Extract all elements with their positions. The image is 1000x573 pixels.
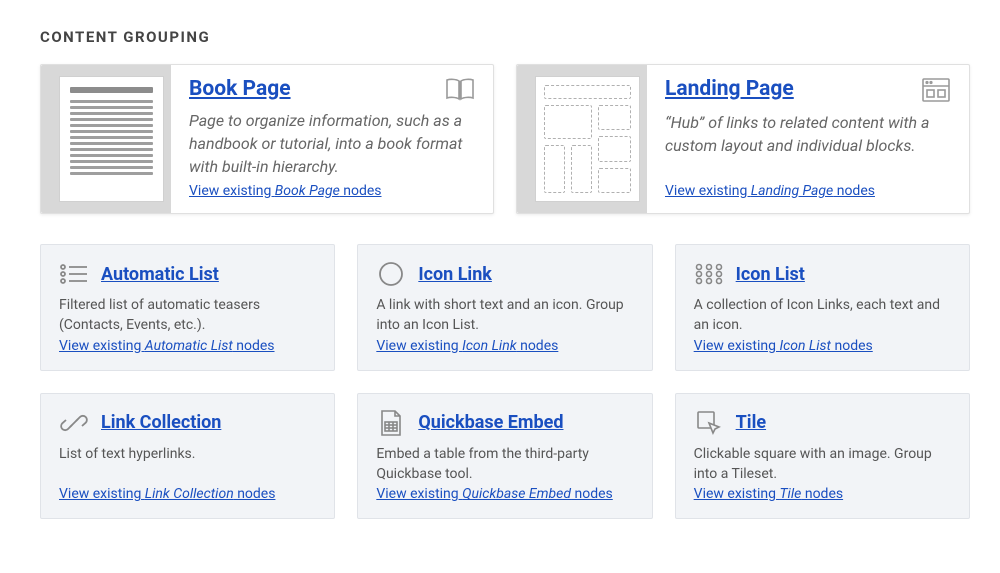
card-desc: Embed a table from the third-party Quick…	[376, 444, 633, 485]
view-existing-link[interactable]: View existing Quickbase Embed nodes	[376, 486, 633, 502]
view-link-type: Quickbase Embed	[462, 486, 571, 502]
view-link-type: Landing Page	[751, 183, 833, 199]
card-link-collection: Link Collection List of text hyperlinks.…	[40, 393, 335, 520]
view-existing-link[interactable]: View existing Landing Page nodes	[665, 183, 951, 199]
view-existing-link[interactable]: View existing Icon Link nodes	[376, 338, 633, 354]
card-row: Automatic List Filtered list of automati…	[40, 244, 970, 371]
card-automatic-list: Automatic List Filtered list of automati…	[40, 244, 335, 371]
card-quickbase-embed: Quickbase Embed Embed a table from the t…	[357, 393, 652, 520]
card-tile: Tile Clickable square with an image. Gro…	[675, 393, 970, 520]
view-link-suffix: nodes	[833, 183, 875, 199]
card-title-link[interactable]: Link Collection	[101, 412, 221, 433]
layout-icon	[921, 77, 951, 107]
view-link-prefix: View existing	[189, 183, 275, 199]
document-thumb-icon	[59, 76, 164, 202]
card-icon-link: Icon Link A link with short text and an …	[357, 244, 652, 371]
view-link-suffix: nodes	[340, 183, 382, 199]
dots-grid-icon	[694, 261, 724, 287]
view-link-suffix: nodes	[517, 338, 559, 354]
card-title-link[interactable]: Quickbase Embed	[418, 412, 563, 433]
featured-title-link[interactable]: Landing Page	[665, 77, 794, 102]
section-title: CONTENT GROUPING	[40, 28, 970, 46]
featured-title-link[interactable]: Book Page	[189, 77, 291, 102]
featured-thumb	[517, 65, 647, 213]
card-title-link[interactable]: Automatic List	[101, 264, 219, 285]
view-link-prefix: View existing	[694, 486, 780, 502]
featured-card-book-page: Book Page Page to organize information, …	[40, 64, 494, 214]
view-link-type: Tile	[779, 486, 801, 502]
featured-desc: “Hub” of links to related content with a…	[665, 111, 951, 179]
bullet-list-icon	[59, 261, 89, 287]
featured-body: Landing Page “Hub” of links to related c…	[647, 65, 969, 213]
view-existing-link[interactable]: View existing Icon List nodes	[694, 338, 951, 354]
table-file-icon	[376, 410, 406, 436]
card-row: Link Collection List of text hyperlinks.…	[40, 393, 970, 520]
featured-row: Book Page Page to organize information, …	[40, 64, 970, 214]
view-link-prefix: View existing	[694, 338, 780, 354]
view-link-prefix: View existing	[665, 183, 751, 199]
featured-thumb	[41, 65, 171, 213]
chain-link-icon	[59, 410, 89, 436]
featured-desc: Page to organize information, such as a …	[189, 109, 475, 179]
view-existing-link[interactable]: View existing Link Collection nodes	[59, 486, 316, 502]
view-link-type: Icon Link	[462, 338, 516, 354]
card-desc: List of text hyperlinks.	[59, 444, 316, 485]
view-existing-link[interactable]: View existing Tile nodes	[694, 486, 951, 502]
card-title-link[interactable]: Tile	[736, 412, 766, 433]
card-desc: A collection of Icon Links, each text an…	[694, 295, 951, 336]
view-link-suffix: nodes	[571, 486, 613, 502]
view-link-prefix: View existing	[59, 338, 145, 354]
card-icon-list: Icon List A collection of Icon Links, ea…	[675, 244, 970, 371]
view-link-prefix: View existing	[59, 486, 145, 502]
view-link-type: Link Collection	[145, 486, 234, 502]
view-link-suffix: nodes	[234, 486, 276, 502]
view-link-type: Icon List	[779, 338, 831, 354]
view-link-suffix: nodes	[801, 486, 843, 502]
view-link-prefix: View existing	[376, 338, 462, 354]
view-link-type: Automatic List	[145, 338, 233, 354]
featured-card-landing-page: Landing Page “Hub” of links to related c…	[516, 64, 970, 214]
book-open-icon	[445, 77, 475, 105]
card-title-link[interactable]: Icon List	[736, 264, 805, 285]
view-existing-link[interactable]: View existing Automatic List nodes	[59, 338, 316, 354]
view-link-type: Book Page	[275, 183, 340, 199]
card-desc: A link with short text and an icon. Grou…	[376, 295, 633, 336]
card-title-link[interactable]: Icon Link	[418, 264, 492, 285]
view-existing-link[interactable]: View existing Book Page nodes	[189, 183, 475, 199]
circle-icon	[376, 261, 406, 287]
featured-body: Book Page Page to organize information, …	[171, 65, 493, 213]
card-desc: Clickable square with an image. Group in…	[694, 444, 951, 485]
view-link-suffix: nodes	[831, 338, 873, 354]
view-link-prefix: View existing	[376, 486, 462, 502]
landing-thumb-icon	[535, 76, 640, 202]
view-link-suffix: nodes	[233, 338, 275, 354]
cursor-box-icon	[694, 410, 724, 436]
card-desc: Filtered list of automatic teasers (Cont…	[59, 295, 316, 336]
